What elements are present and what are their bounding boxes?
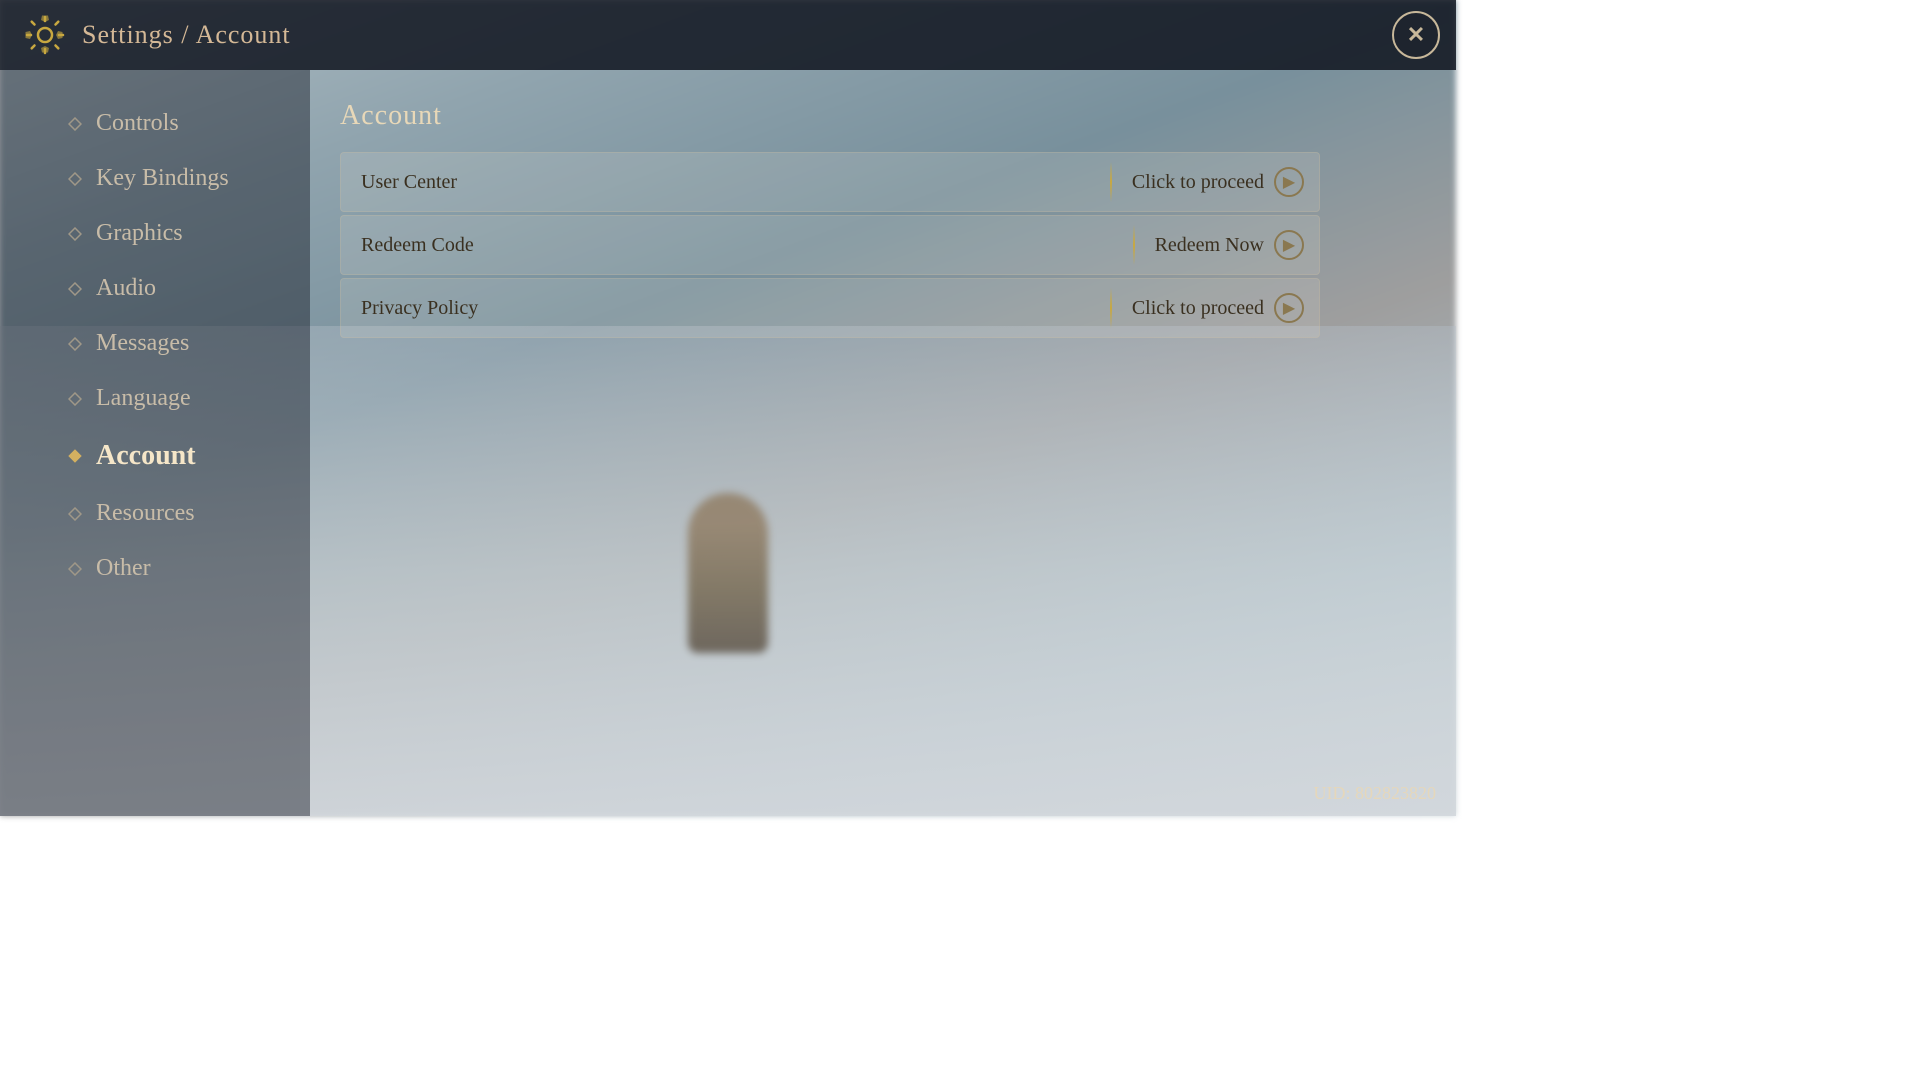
- sidebar-item-label-key-bindings: Key Bindings: [96, 165, 229, 192]
- sidebar-item-label-account: Account: [96, 440, 196, 472]
- header-title: Settings / Account: [82, 20, 291, 50]
- diamond-icon: [68, 282, 82, 296]
- arrow-icon-user-center: ▶: [1274, 167, 1304, 197]
- sidebar-item-label-resources: Resources: [96, 500, 195, 527]
- diamond-icon: [68, 337, 82, 351]
- sidebar-item-language[interactable]: Language: [60, 375, 290, 422]
- sidebar-item-label-graphics: Graphics: [96, 220, 183, 247]
- sidebar-item-account[interactable]: Account: [60, 430, 290, 482]
- diamond-icon: [68, 172, 82, 186]
- diamond-active-icon: [68, 449, 82, 463]
- diamond-icon: [68, 392, 82, 406]
- option-row-user-center[interactable]: User Center Click to proceed ▶: [340, 152, 1320, 212]
- sidebar-item-label-controls: Controls: [96, 110, 179, 137]
- diamond-icon: [68, 227, 82, 241]
- option-row-redeem-code[interactable]: Redeem Code Redeem Now ▶: [340, 215, 1320, 275]
- right-panel: Account User CenterClick to proceed▶Rede…: [310, 70, 1456, 816]
- diamond-icon: [68, 117, 82, 131]
- option-action-text-redeem-code: Redeem Now: [1155, 234, 1264, 257]
- uid-badge: UID: 802823820: [1314, 783, 1437, 804]
- option-action-user-center: Click to proceed ▶: [1132, 167, 1319, 197]
- option-name-redeem-code: Redeem Code: [341, 234, 1113, 257]
- option-divider-redeem-code: [1133, 225, 1135, 265]
- option-name-user-center: User Center: [341, 171, 1090, 194]
- section-title: Account: [340, 100, 1406, 132]
- close-button[interactable]: ✕: [1392, 11, 1440, 59]
- main-content: Controls Key Bindings Graphics Audio Message…: [0, 70, 1456, 816]
- option-row-privacy-policy[interactable]: Privacy Policy Click to proceed ▶: [340, 278, 1320, 338]
- sidebar: Controls Key Bindings Graphics Audio Message…: [0, 70, 310, 816]
- sidebar-item-controls[interactable]: Controls: [60, 100, 290, 147]
- sidebar-item-key-bindings[interactable]: Key Bindings: [60, 155, 290, 202]
- sidebar-item-label-audio: Audio: [96, 275, 156, 302]
- diamond-icon: [68, 507, 82, 521]
- option-divider-privacy-policy: [1110, 288, 1112, 328]
- option-name-privacy-policy: Privacy Policy: [341, 297, 1090, 320]
- sidebar-item-resources[interactable]: Resources: [60, 490, 290, 537]
- options-list: User CenterClick to proceed▶Redeem CodeR…: [340, 152, 1320, 338]
- option-divider-user-center: [1110, 162, 1112, 202]
- arrow-icon-privacy-policy: ▶: [1274, 293, 1304, 323]
- top-bar: Settings / Account ✕: [0, 0, 1456, 70]
- option-action-text-user-center: Click to proceed: [1132, 171, 1264, 194]
- option-action-redeem-code: Redeem Now ▶: [1155, 230, 1319, 260]
- sidebar-item-audio[interactable]: Audio: [60, 265, 290, 312]
- sidebar-item-label-messages: Messages: [96, 330, 189, 357]
- sidebar-item-messages[interactable]: Messages: [60, 320, 290, 367]
- option-action-privacy-policy: Click to proceed ▶: [1132, 293, 1319, 323]
- gear-icon: [20, 10, 70, 60]
- option-action-text-privacy-policy: Click to proceed: [1132, 297, 1264, 320]
- sidebar-item-label-other: Other: [96, 555, 151, 582]
- sidebar-item-label-language: Language: [96, 385, 191, 412]
- sidebar-item-graphics[interactable]: Graphics: [60, 210, 290, 257]
- diamond-icon: [68, 562, 82, 576]
- arrow-icon-redeem-code: ▶: [1274, 230, 1304, 260]
- sidebar-item-other[interactable]: Other: [60, 545, 290, 592]
